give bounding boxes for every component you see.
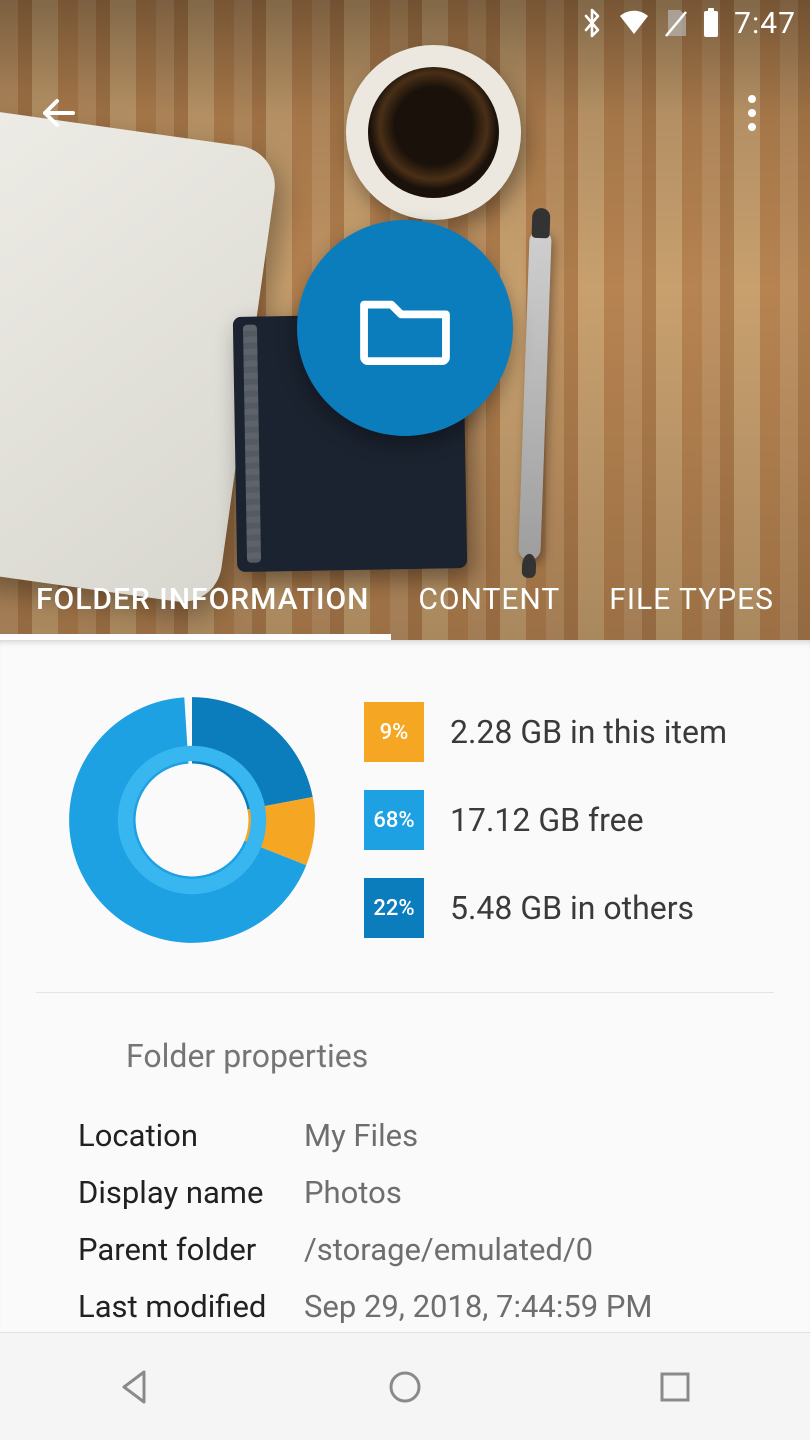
no-sim-icon: [664, 8, 688, 38]
property-key: Location: [78, 1117, 304, 1154]
property-key: Parent folder: [78, 1231, 304, 1268]
property-row: Display namePhotos: [78, 1164, 810, 1221]
back-button[interactable]: [30, 85, 86, 141]
battery-icon: [702, 8, 720, 38]
status-time: 7:47: [734, 6, 796, 41]
bluetooth-icon: [580, 8, 604, 38]
more-vert-icon: [747, 94, 757, 132]
property-value: Sep 29, 2018, 7:44:59 PM: [304, 1288, 653, 1325]
property-key: Display name: [78, 1174, 304, 1211]
folder-properties-title: Folder properties: [0, 993, 810, 1107]
android-nav-bar: [0, 1332, 810, 1440]
property-value: /storage/emulated/0: [304, 1231, 593, 1268]
legend-row: 68% 17.12 GB free: [364, 790, 727, 850]
folder-properties-list: LocationMy FilesDisplay namePhotosParent…: [0, 1107, 810, 1332]
legend-label: 5.48 GB in others: [450, 889, 694, 927]
property-row: Last modifiedSep 29, 2018, 7:44:59 PM: [78, 1278, 810, 1332]
overflow-menu-button[interactable]: [724, 85, 780, 141]
storage-legend: 9% 2.28 GB in this item 68% 17.12 GB free 22…: [364, 702, 727, 938]
nav-back-icon: [116, 1368, 154, 1406]
tabs: FOLDER INFORMATION CONTENT FILE TYPES: [0, 558, 810, 640]
legend-swatch: 68%: [364, 790, 424, 850]
storage-donut-chart: [64, 692, 320, 948]
legend-label: 17.12 GB free: [450, 801, 644, 839]
property-key: Last modified: [78, 1288, 304, 1325]
tab-folder-information[interactable]: FOLDER INFORMATION: [0, 558, 391, 640]
legend-row: 22% 5.48 GB in others: [364, 878, 727, 938]
property-value: My Files: [304, 1117, 418, 1154]
property-row: LocationMy Files: [78, 1107, 810, 1164]
tab-content[interactable]: CONTENT: [391, 558, 587, 640]
nav-recents-icon: [658, 1370, 692, 1404]
arrow-back-icon: [37, 92, 79, 134]
wifi-icon: [618, 10, 650, 36]
legend-swatch: 9%: [364, 702, 424, 762]
folder-avatar: [297, 220, 513, 436]
property-row: Parent folder/storage/emulated/0: [78, 1221, 810, 1278]
folder-icon: [356, 289, 454, 367]
nav-home[interactable]: [375, 1357, 435, 1417]
nav-home-icon: [386, 1368, 424, 1406]
nav-back[interactable]: [105, 1357, 165, 1417]
status-bar: 7:47: [0, 0, 810, 46]
tab-file-types[interactable]: FILE TYPES: [587, 558, 810, 640]
legend-swatch: 22%: [364, 878, 424, 938]
nav-recents[interactable]: [645, 1357, 705, 1417]
legend-label: 2.28 GB in this item: [450, 713, 727, 751]
property-value: Photos: [304, 1174, 402, 1211]
legend-row: 9% 2.28 GB in this item: [364, 702, 727, 762]
